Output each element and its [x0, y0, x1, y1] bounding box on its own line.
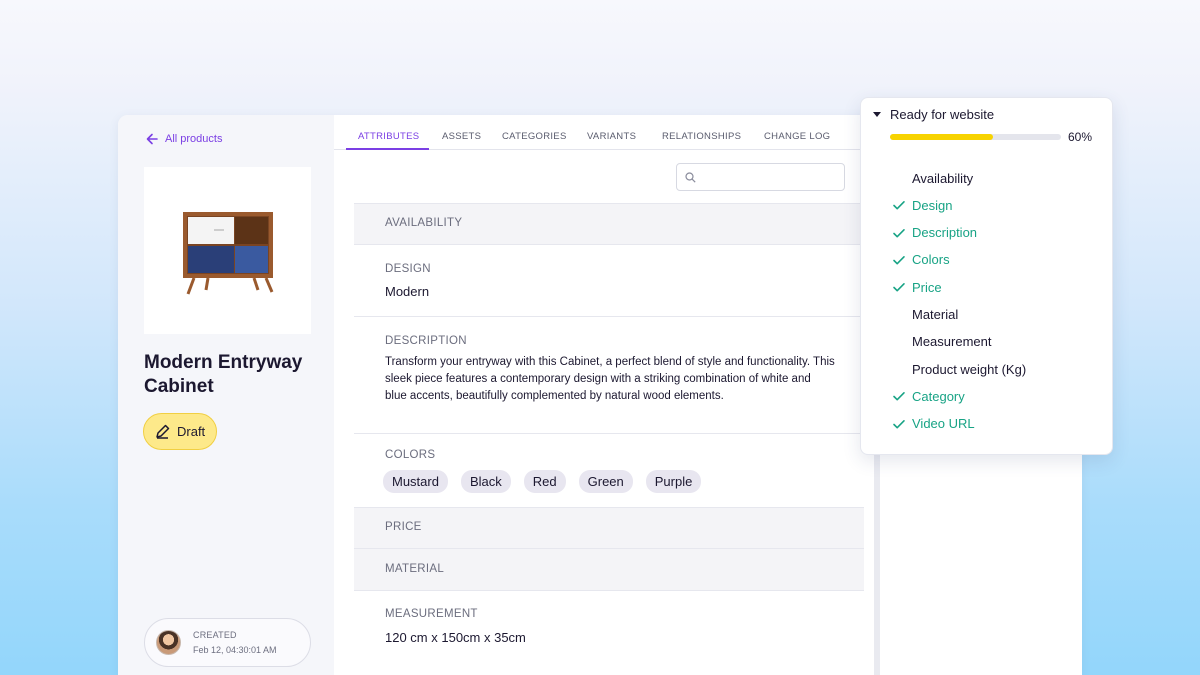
check-icon	[893, 228, 905, 238]
color-chips: Mustard Black Red Green Purple	[383, 470, 702, 493]
readiness-item-label: Product weight (Kg)	[912, 361, 1027, 377]
tab-assets[interactable]: ASSETS	[442, 131, 481, 142]
search-input[interactable]	[676, 163, 845, 191]
readiness-item-label: Colors	[912, 252, 950, 268]
tab-attributes[interactable]: ATTRIBUTES	[358, 131, 419, 142]
readiness-item-label: Price	[912, 279, 942, 295]
readiness-progress-bar	[890, 134, 1061, 140]
tab-relationships[interactable]: RELATIONSHIPS	[662, 131, 741, 142]
attribute-design[interactable]: DESIGN Modern	[354, 244, 864, 316]
attribute-label: MATERIAL	[385, 563, 445, 575]
readiness-item-label: Design	[912, 197, 953, 213]
readiness-title: Ready for website	[890, 107, 995, 122]
check-icon	[893, 255, 905, 265]
color-chip[interactable]: Mustard	[383, 470, 448, 493]
caret-down-icon	[873, 112, 881, 117]
color-chip[interactable]: Black	[460, 470, 511, 493]
attribute-label: AVAILABILITY	[385, 217, 463, 229]
attribute-availability[interactable]: AVAILABILITY	[354, 203, 864, 244]
attribute-material[interactable]: MATERIAL	[354, 548, 864, 590]
avatar	[156, 630, 181, 655]
status-label: Draft	[177, 424, 206, 439]
search-icon	[685, 172, 696, 183]
check-icon	[893, 283, 905, 292]
color-chip[interactable]: Green	[578, 470, 633, 493]
tab-change-log[interactable]: CHANGE LOG	[764, 131, 830, 142]
pencil-icon	[156, 424, 170, 439]
attribute-label: DESCRIPTION	[385, 335, 467, 347]
readiness-item[interactable]: Colors	[861, 250, 1101, 270]
readiness-popover: Ready for website 60% Availability Design…	[860, 97, 1113, 455]
back-link[interactable]: All products	[145, 132, 222, 146]
readiness-item[interactable]: Availability	[861, 168, 1101, 188]
product-sidebar: All products Modern Entryway Cabinet Dra…	[118, 115, 334, 675]
readiness-percent: 60%	[1068, 130, 1093, 144]
back-link-label: All products	[165, 133, 223, 145]
readiness-toggle[interactable]: Ready for website	[873, 107, 994, 122]
readiness-item-label: Video URL	[912, 416, 975, 432]
product-title: Modern Entryway Cabinet	[144, 352, 303, 397]
readiness-item-label: Category	[912, 388, 965, 404]
readiness-item-label: Material	[912, 307, 959, 322]
attribute-value: Transform your entryway with this Cabine…	[385, 356, 835, 402]
readiness-item[interactable]: Material	[861, 305, 1101, 325]
tab-categories[interactable]: CATEGORIES	[502, 131, 567, 142]
attribute-colors[interactable]: COLORS Mustard Black Red Green Purple	[354, 433, 864, 507]
attribute-label: COLORS	[385, 449, 436, 461]
attribute-label: DESIGN	[385, 263, 431, 275]
color-chip[interactable]: Red	[523, 470, 566, 493]
check-icon	[893, 201, 905, 210]
tab-bar: ATTRIBUTES ASSETS CATEGORIES VARIANTS RE…	[334, 115, 864, 150]
readiness-item[interactable]: Price	[861, 277, 1101, 297]
created-date: Feb 12, 04:30:01 AM	[193, 645, 277, 655]
arrow-left-icon	[146, 133, 158, 145]
readiness-item[interactable]: Product weight (Kg)	[861, 359, 1101, 379]
readiness-item-label: Availability	[912, 170, 974, 186]
check-icon	[893, 392, 905, 401]
status-badge[interactable]: Draft	[143, 413, 218, 450]
active-tab-indicator	[346, 148, 429, 150]
readiness-item-label: Description	[912, 225, 978, 241]
attribute-description[interactable]: DESCRIPTION Transform your entryway with…	[354, 316, 864, 433]
created-info: CREATED Feb 12, 04:30:01 AM	[144, 618, 311, 667]
readiness-item[interactable]: Design	[861, 195, 1101, 215]
attribute-label: PRICE	[385, 521, 422, 533]
readiness-item-label: Measurement	[912, 334, 992, 350]
attribute-price[interactable]: PRICE	[354, 507, 864, 548]
product-image[interactable]	[144, 167, 311, 334]
readiness-item[interactable]: Description	[861, 223, 1101, 243]
check-icon	[893, 419, 905, 429]
readiness-progress-fill	[890, 134, 993, 140]
tab-variants[interactable]: VARIANTS	[587, 131, 636, 142]
readiness-item[interactable]: Video URL	[861, 414, 1101, 434]
cabinet-image	[182, 211, 273, 295]
attribute-label: MEASUREMENT	[385, 608, 478, 620]
attribute-value: 120 cm x 150cm x 35cm	[385, 630, 526, 645]
color-chip[interactable]: Purple	[645, 470, 702, 493]
created-label: CREATED	[193, 630, 237, 640]
attribute-value: Modern	[385, 284, 430, 299]
readiness-item[interactable]: Measurement	[861, 332, 1101, 352]
readiness-item[interactable]: Category	[861, 386, 1101, 406]
attribute-measurement[interactable]: MEASUREMENT 120 cm x 150cm x 35cm	[354, 590, 864, 663]
